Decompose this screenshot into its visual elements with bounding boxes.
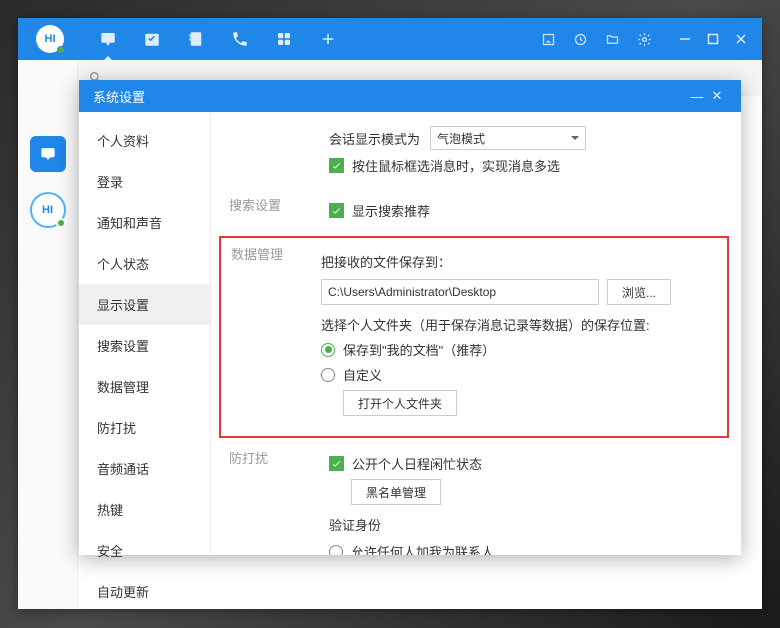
chat-icon[interactable]	[98, 29, 118, 49]
screenshot-icon[interactable]	[540, 31, 556, 47]
radio-icon	[329, 545, 343, 556]
titlebar-nav	[98, 29, 338, 49]
dialog-title: 系统设置	[93, 87, 145, 106]
status-dot	[57, 46, 65, 54]
nav-security[interactable]: 安全	[79, 530, 210, 571]
dialog-minimize-button[interactable]: —	[687, 89, 707, 104]
radio-custom[interactable]: 自定义	[321, 365, 727, 384]
contact-avatar[interactable]	[30, 192, 66, 228]
checkbox-icon[interactable]	[329, 158, 344, 173]
dialog-titlebar: 系统设置 — ✕	[79, 80, 741, 112]
nav-search[interactable]: 搜索设置	[79, 325, 210, 366]
folder-icon[interactable]	[604, 31, 620, 47]
radio-icon	[321, 343, 335, 357]
nav-login[interactable]: 登录	[79, 161, 210, 202]
radio-my-documents[interactable]: 保存到"我的文档"（推荐）	[321, 340, 727, 359]
apps-icon[interactable]	[274, 29, 294, 49]
close-button[interactable]	[734, 32, 748, 46]
blacklist-button[interactable]: 黑名单管理	[351, 479, 441, 505]
radio-icon	[321, 368, 335, 382]
chat-mode-select[interactable]: 气泡模式	[430, 126, 586, 150]
dialog-close-button[interactable]: ✕	[707, 88, 727, 104]
chat-mode-label: 会话显示模式为	[329, 129, 420, 148]
maximize-button[interactable]	[706, 32, 720, 46]
phone-icon[interactable]	[230, 29, 250, 49]
nav-personal[interactable]: 个人资料	[79, 120, 210, 161]
app-logo[interactable]	[36, 25, 64, 53]
show-rec-label: 显示搜索推荐	[352, 201, 430, 220]
history-icon[interactable]	[572, 31, 588, 47]
save-path-input[interactable]: C:\Users\Administrator\Desktop	[321, 279, 599, 305]
settings-content: 会话显示模式为 气泡模式 按住鼠标框选消息时，实现消息多选 搜索设置 显示搜索推…	[211, 112, 741, 555]
multiselect-label: 按住鼠标框选消息时，实现消息多选	[352, 156, 560, 175]
contacts-icon[interactable]	[186, 29, 206, 49]
titlebar	[18, 18, 762, 60]
highlighted-section: 数据管理 把接收的文件保存到： C:\Users\Administrator\D…	[219, 236, 729, 438]
minimize-button[interactable]	[678, 32, 692, 46]
add-icon[interactable]	[318, 29, 338, 49]
nav-audio[interactable]: 音频通话	[79, 448, 210, 489]
public-busy-label: 公开个人日程闲忙状态	[352, 454, 482, 473]
radio-allow-anyone[interactable]: 允许任何人加我为联系人	[329, 542, 741, 555]
save-path-label: 把接收的文件保存到：	[321, 252, 727, 271]
section-dnd: 防打扰	[229, 448, 268, 467]
contacts-rail	[18, 60, 78, 609]
settings-dialog: 系统设置 — ✕ 个人资料 登录 通知和声音 个人状态 显示设置 搜索设置 数据…	[79, 80, 741, 555]
settings-nav: 个人资料 登录 通知和声音 个人状态 显示设置 搜索设置 数据管理 防打扰 音频…	[79, 112, 211, 555]
nav-status[interactable]: 个人状态	[79, 243, 210, 284]
verify-label: 验证身份	[329, 515, 741, 534]
nav-dnd[interactable]: 防打扰	[79, 407, 210, 448]
presence-dot	[56, 218, 66, 228]
open-folder-button[interactable]: 打开个人文件夹	[343, 390, 457, 416]
gear-icon[interactable]	[636, 31, 652, 47]
nav-data[interactable]: 数据管理	[79, 366, 210, 407]
checkbox-icon[interactable]	[329, 203, 344, 218]
section-data-mgmt: 数据管理	[231, 244, 283, 263]
nav-notify[interactable]: 通知和声音	[79, 202, 210, 243]
personal-folder-label: 选择个人文件夹（用于保存消息记录等数据）的保存位置:	[321, 315, 727, 334]
checkbox-icon[interactable]	[329, 456, 344, 471]
conversation-avatar[interactable]	[30, 136, 66, 172]
browse-button[interactable]: 浏览...	[607, 279, 671, 305]
nav-hotkey[interactable]: 热键	[79, 489, 210, 530]
titlebar-right	[540, 31, 748, 47]
section-search: 搜索设置	[229, 195, 281, 214]
nav-update[interactable]: 自动更新	[79, 571, 210, 612]
calendar-icon[interactable]	[142, 29, 162, 49]
nav-display[interactable]: 显示设置	[79, 284, 210, 325]
